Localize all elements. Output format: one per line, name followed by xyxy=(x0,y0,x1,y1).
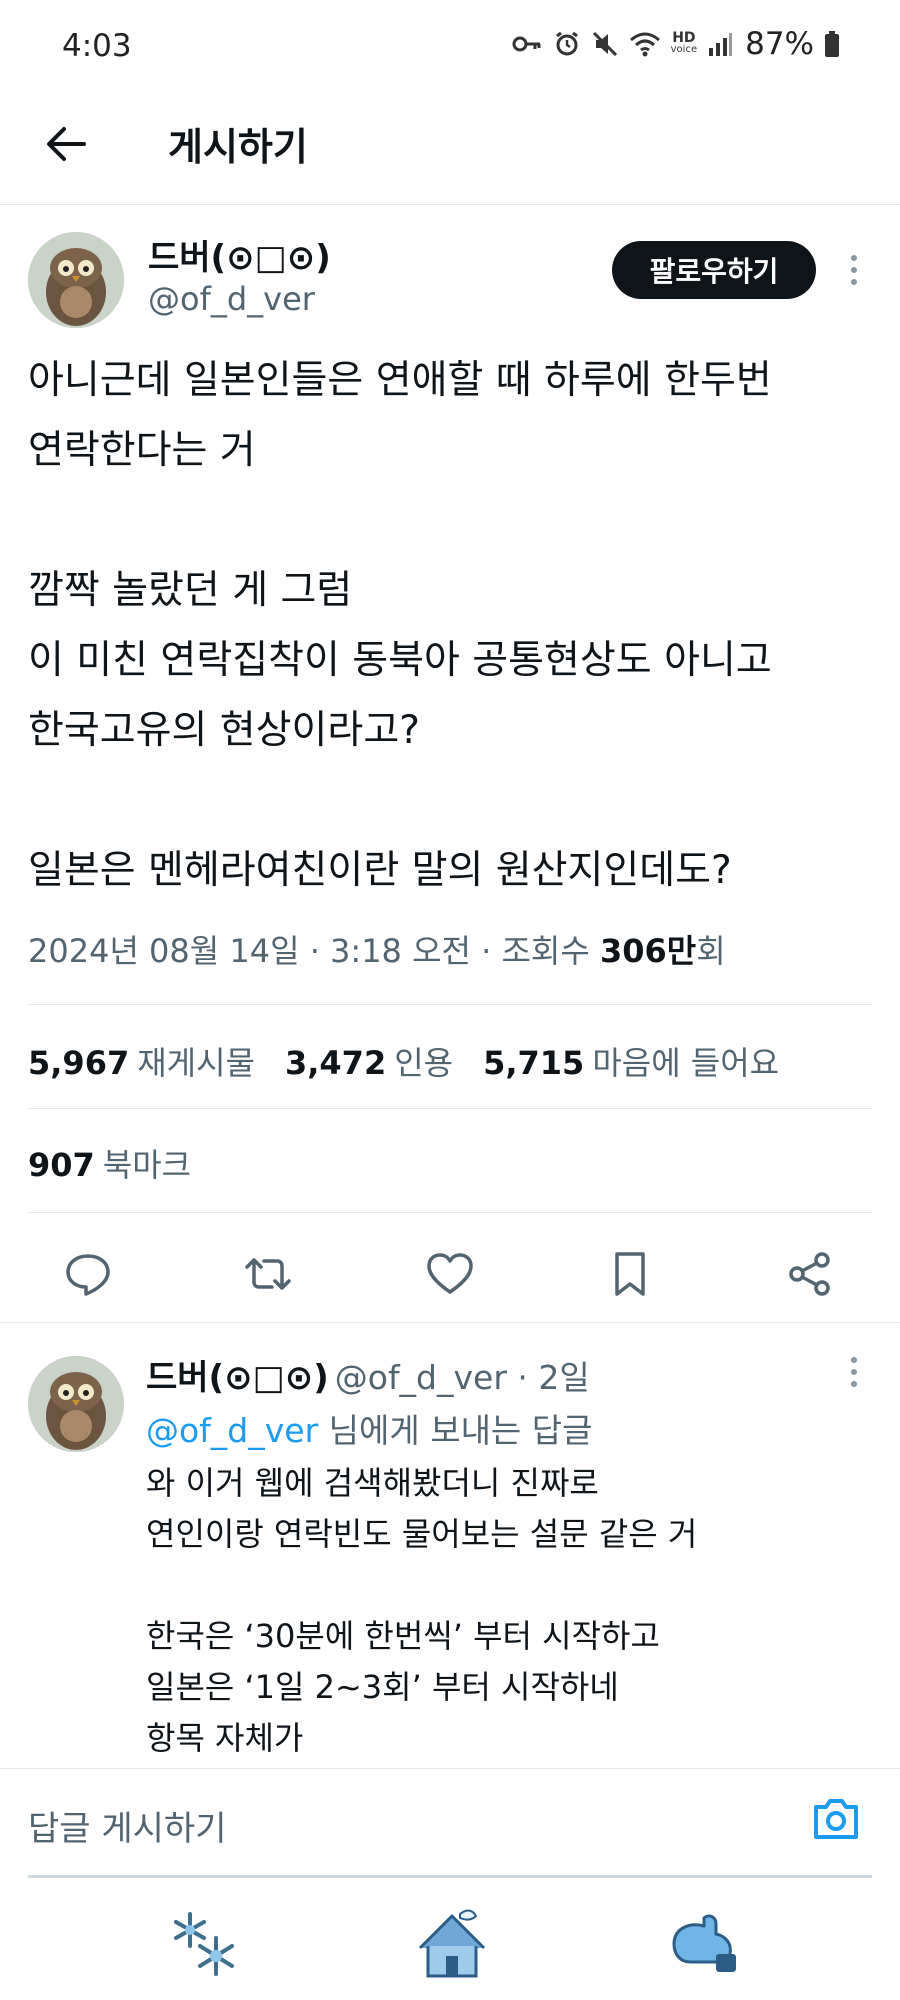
alarm-icon xyxy=(555,31,578,56)
retweet-count-value: 5,967 xyxy=(28,1044,130,1082)
retweet-icon xyxy=(245,1258,291,1290)
hd-label: HD xyxy=(672,30,696,46)
status-bar: 4:03 HD voice 87% xyxy=(0,0,900,96)
heart-icon xyxy=(427,1253,473,1294)
nav-home-button[interactable] xyxy=(412,1904,492,1984)
quote-count-value: 3,472 xyxy=(284,1044,387,1082)
snow-house-icon xyxy=(418,1909,486,1978)
engagement-stats: 5,967 재게시물 3,472 인용 5,715 마음에 들어요 xyxy=(28,1038,779,1084)
tweet-text: 아니근데 일본인들은 연애할 때 하루에 한두번 연락한다는 거 깜짝 놀랐던 … xyxy=(28,358,772,893)
voice-label: voice xyxy=(670,44,698,55)
share-icon xyxy=(789,1252,830,1296)
more-vertical-icon xyxy=(851,255,857,285)
tweet-meta: 2024년 08월 14일 · 3:18 오전 · 조회수 306만회 xyxy=(28,926,726,972)
back-button[interactable] xyxy=(40,118,92,170)
like-count-value: 5,715 xyxy=(483,1044,585,1082)
view-count: 306만 xyxy=(599,932,697,970)
reply-header: 드버(⊙□⊙) @of_d_ver · 2일 xyxy=(146,1350,590,1399)
comment-icon xyxy=(66,1254,110,1296)
replying-to: @of_d_ver 님에게 보내는 답글 xyxy=(146,1404,593,1452)
quote-count-label: 인용 xyxy=(394,1044,454,1082)
view-suffix: 회 xyxy=(696,932,726,970)
camera-button[interactable] xyxy=(808,1791,864,1847)
top-app-bar: 게시하기 xyxy=(0,96,900,205)
reply-mention-link[interactable]: @of_d_ver xyxy=(146,1411,318,1450)
arrow-left-icon xyxy=(47,127,86,161)
reply-to-suffix: 님에게 보내는 답글 xyxy=(318,1411,593,1450)
bookmark-button[interactable] xyxy=(604,1248,656,1300)
like-button[interactable] xyxy=(424,1248,476,1300)
page-title: 게시하기 xyxy=(168,125,308,169)
compose-underline xyxy=(28,1875,872,1878)
bookmark-icon xyxy=(615,1252,645,1296)
divider xyxy=(28,1108,872,1109)
retweet-count-label: 재게시물 xyxy=(137,1044,255,1082)
mute-icon xyxy=(592,31,617,57)
divider xyxy=(28,1212,872,1213)
retweet-count[interactable]: 5,967 재게시물 xyxy=(28,1038,255,1084)
owl-avatar-icon xyxy=(28,232,124,328)
reply-compose-bar: 답글 게시하기 xyxy=(0,1768,900,1879)
reply-button[interactable] xyxy=(62,1248,114,1300)
reply-text: 와 이거 웹에 검색해봤더니 진짜로 연인이랑 연락빈도 물어보는 설문 같은 … xyxy=(146,1464,698,1757)
owl-avatar-icon xyxy=(28,1356,124,1452)
nav-mitten-button[interactable] xyxy=(664,1904,744,1984)
wifi-icon xyxy=(629,32,660,57)
reply-more-options-button[interactable] xyxy=(844,1356,864,1394)
mitten-icon xyxy=(672,1914,736,1972)
tweet-action-bar xyxy=(0,1240,900,1310)
quote-count[interactable]: 3,472 인용 xyxy=(285,1038,453,1084)
battery-percent: 87% xyxy=(745,26,814,62)
like-count[interactable]: 5,715 마음에 들어요 xyxy=(483,1038,779,1084)
author-handle[interactable]: @of_d_ver xyxy=(148,280,315,318)
more-vertical-icon xyxy=(851,1357,857,1387)
signal-icon xyxy=(709,33,733,56)
bookmark-count[interactable]: 907 북마크 xyxy=(28,1140,191,1186)
author-display-name[interactable]: 드버(⊙□⊙) xyxy=(148,230,331,279)
divider xyxy=(0,1322,900,1323)
reply-author-name[interactable]: 드버(⊙□⊙) xyxy=(146,1358,329,1398)
hd-voice-badge: HD voice xyxy=(670,30,698,56)
avatar[interactable] xyxy=(28,232,124,328)
bookmark-count-value: 907 xyxy=(28,1146,95,1184)
more-options-button[interactable] xyxy=(844,254,864,292)
status-time: 4:03 xyxy=(62,28,132,64)
share-button[interactable] xyxy=(784,1248,836,1300)
reply-input[interactable]: 답글 게시하기 xyxy=(28,1801,227,1850)
camera-icon xyxy=(814,1799,858,1839)
bottom-navigation xyxy=(0,1880,900,2000)
retweet-button[interactable] xyxy=(242,1248,294,1300)
bookmark-count-label: 북마크 xyxy=(102,1146,192,1184)
status-icons: HD voice 87% xyxy=(511,26,840,62)
nav-snowflake-button[interactable] xyxy=(164,1904,244,1984)
divider xyxy=(28,1004,872,1005)
follow-button[interactable]: 팔로우하기 xyxy=(612,241,816,299)
like-count-label: 마음에 들어요 xyxy=(592,1044,780,1082)
snowflake-icon xyxy=(174,1912,234,1976)
tweet-timestamp[interactable]: 2024년 08월 14일 · 3:18 오전 · 조회수 xyxy=(28,932,600,970)
battery-icon xyxy=(825,31,839,57)
reply-handle-time[interactable]: @of_d_ver · 2일 xyxy=(335,1358,590,1397)
key-icon xyxy=(512,36,541,52)
reply-avatar[interactable] xyxy=(28,1356,124,1452)
